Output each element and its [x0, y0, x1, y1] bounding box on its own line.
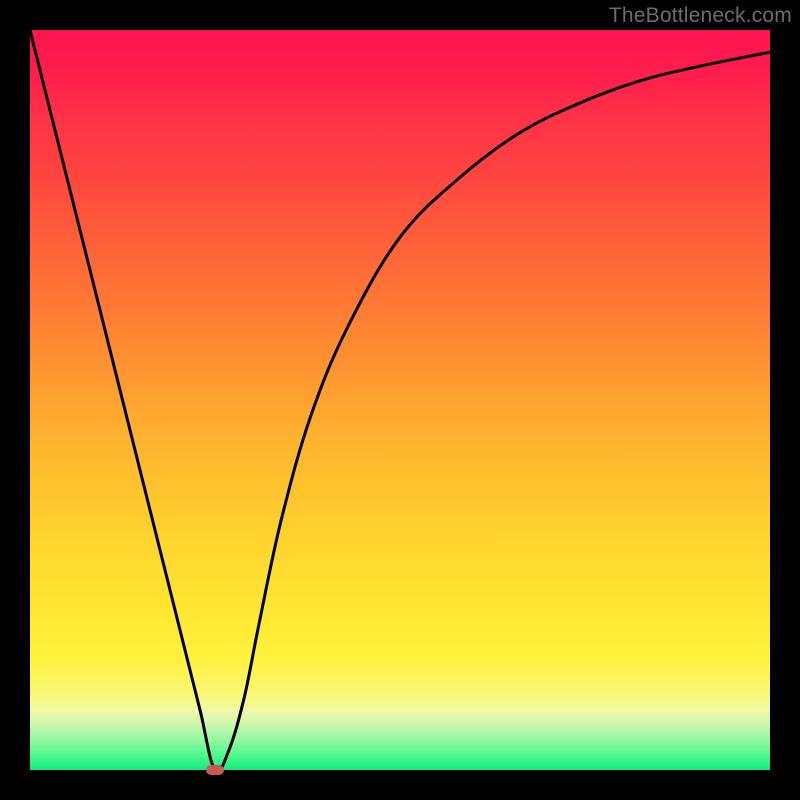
curve-svg — [30, 30, 770, 770]
chart-frame: TheBottleneck.com — [0, 0, 800, 800]
optimum-marker — [206, 765, 224, 775]
plot-area — [30, 30, 770, 770]
bottleneck-curve-path — [30, 30, 770, 770]
watermark-text: TheBottleneck.com — [609, 4, 792, 28]
